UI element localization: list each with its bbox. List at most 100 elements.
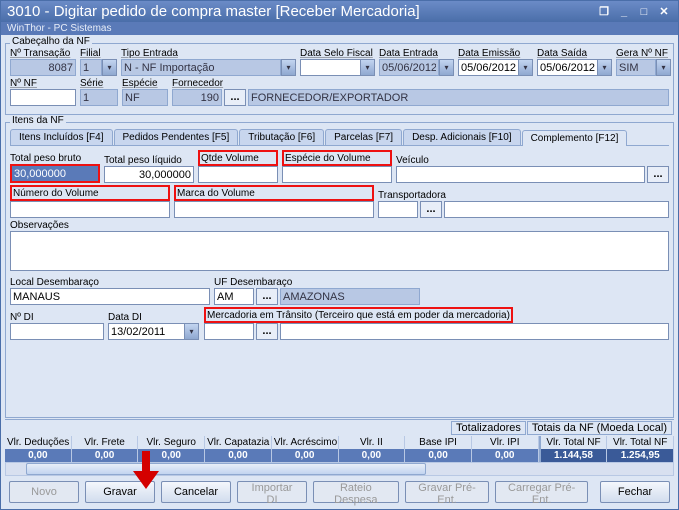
val-base-ipi: 0,00 — [405, 449, 472, 462]
dropdown-data-emissao[interactable]: ▾ — [518, 59, 533, 76]
input-veiculo[interactable] — [396, 166, 645, 183]
input-transportadora-code[interactable] — [378, 201, 418, 218]
label-no-di: Nº DI — [10, 312, 104, 323]
val-total1: 1.144,58 — [539, 449, 608, 462]
lookup-uf[interactable]: ... — [256, 288, 278, 305]
lookup-mercadoria[interactable]: ... — [256, 323, 278, 340]
close-icon[interactable]: ✕ — [656, 5, 672, 19]
maximize-icon[interactable]: □ — [636, 5, 652, 19]
gravar-button[interactable]: Gravar — [85, 481, 155, 503]
label-fornecedor: Fornecedor — [172, 78, 669, 89]
group-cabecalho: Cabeçalho da NF Nº Transação Filial ▾ Ti… — [5, 43, 674, 115]
input-nf[interactable] — [10, 89, 76, 106]
novo-button: Novo — [9, 481, 79, 503]
label-especie: Espécie — [122, 78, 168, 89]
dropdown-tipo-entrada[interactable]: ▾ — [281, 59, 296, 76]
tab-parcelas[interactable]: Parcelas [F7] — [325, 129, 402, 145]
input-data-entrada — [379, 59, 439, 76]
hdr-base-ipi: Base IPI — [405, 436, 472, 449]
input-no-di[interactable] — [10, 323, 104, 340]
lookup-veiculo[interactable]: ... — [647, 166, 669, 183]
dropdown-data-selo[interactable]: ▾ — [360, 59, 375, 76]
label-especie-volume: Espécie do Volume — [285, 153, 371, 164]
label-serie: Série — [80, 78, 118, 89]
tab-complemento[interactable]: Complemento [F12] — [522, 130, 628, 146]
input-observacoes[interactable] — [10, 231, 669, 271]
val-deducoes: 0,00 — [5, 449, 72, 462]
tab-desp-adicionais[interactable]: Desp. Adicionais [F10] — [403, 129, 521, 145]
dropdown-filial[interactable]: ▾ — [102, 59, 117, 76]
val-acrescimo: 0,00 — [272, 449, 339, 462]
label-peso-bruto: Total peso bruto — [10, 153, 100, 164]
dropdown-data-saida[interactable]: ▾ — [597, 59, 612, 76]
horizontal-scrollbar[interactable] — [5, 462, 674, 476]
group-title-cabecalho: Cabeçalho da NF — [10, 36, 92, 47]
label-mercadoria-transito: Mercadoria em Trânsito (Terceiro que est… — [207, 310, 510, 321]
dropdown-data-di[interactable]: ▾ — [184, 323, 199, 340]
button-bar: Novo Gravar Cancelar Importar DI Rateio … — [5, 477, 674, 507]
fechar-button[interactable]: Fechar — [600, 481, 670, 503]
carregar-pre-button: Carregar Pré-Ent. — [495, 481, 588, 503]
hdr-total1: Vlr. Total NF — [539, 436, 608, 449]
label-data-saida: Data Saída — [537, 48, 612, 59]
input-uf-name — [280, 288, 420, 305]
input-fornecedor-name — [248, 89, 669, 106]
label-data-entrada: Data Entrada — [379, 48, 454, 59]
hdr-ii: Vlr. II — [339, 436, 406, 449]
gravar-pre-button: Gravar Pré-Ent. — [405, 481, 490, 503]
label-filial: Filial — [80, 48, 117, 59]
input-peso-bruto[interactable] — [12, 166, 98, 181]
input-serie — [80, 89, 118, 106]
tab-incluidos[interactable]: Itens Incluídos [F4] — [10, 129, 113, 145]
input-data-saida[interactable] — [537, 59, 597, 76]
label-nf: Nº NF — [10, 78, 76, 89]
importar-di-button: Importar DI — [237, 481, 307, 503]
label-totalizadores: Totalizadores — [451, 421, 526, 435]
label-data-emissao: Data Emissão — [458, 48, 533, 59]
val-capatazia: 0,00 — [205, 449, 272, 462]
input-data-di[interactable] — [108, 323, 184, 340]
dropdown-gera-nf[interactable]: ▾ — [656, 59, 671, 76]
input-transacao — [10, 59, 76, 76]
restore-icon[interactable]: ❐ — [596, 5, 612, 19]
group-itens: Itens da NF Itens Incluídos [F4] Pedidos… — [5, 122, 674, 418]
minimize-icon[interactable]: _ — [616, 5, 632, 19]
input-data-emissao[interactable] — [458, 59, 518, 76]
input-data-selo[interactable] — [300, 59, 360, 76]
input-numero-volume[interactable] — [10, 201, 170, 218]
input-qtde-volume[interactable] — [198, 166, 278, 183]
input-gera-nf — [616, 59, 656, 76]
lookup-transportadora[interactable]: ... — [420, 201, 442, 218]
hdr-total2: Vlr. Total NF — [607, 436, 674, 449]
cancelar-button[interactable]: Cancelar — [161, 481, 231, 503]
scrollbar-thumb[interactable] — [26, 463, 426, 475]
hdr-capatazia: Vlr. Capatazia — [205, 436, 272, 449]
input-peso-liquido[interactable] — [104, 166, 194, 183]
input-transportadora-name[interactable] — [444, 201, 669, 218]
input-marca-volume[interactable] — [174, 201, 374, 218]
totals-bar: Totalizadores Totais da NF (Moeda Local)… — [5, 419, 674, 476]
label-data-selo: Data Selo Fiscal — [300, 48, 375, 59]
lookup-fornecedor[interactable]: ... — [224, 89, 246, 106]
input-mercadoria-code[interactable] — [204, 323, 254, 340]
tab-pendentes[interactable]: Pedidos Pendentes [F5] — [114, 129, 239, 145]
val-ii: 0,00 — [339, 449, 406, 462]
input-especie-volume[interactable] — [282, 166, 392, 183]
val-ipi: 0,00 — [472, 449, 539, 462]
dropdown-data-entrada[interactable]: ▾ — [439, 59, 454, 76]
window-title: 3010 - Digitar pedido de compra master [… — [7, 3, 420, 20]
hdr-frete: Vlr. Frete — [72, 436, 139, 449]
input-tipo-entrada — [121, 59, 281, 76]
label-numero-volume: Número do Volume — [13, 188, 99, 199]
input-uf-desembaraco[interactable] — [214, 288, 254, 305]
tabs: Itens Incluídos [F4] Pedidos Pendentes [… — [10, 129, 669, 146]
hdr-ipi: Vlr. IPI — [472, 436, 539, 449]
input-local-desembaraco[interactable] — [10, 288, 210, 305]
input-filial — [80, 59, 102, 76]
tab-tributacao[interactable]: Tributação [F6] — [239, 129, 324, 145]
label-marca-volume: Marca do Volume — [177, 188, 255, 199]
val-frete: 0,00 — [72, 449, 139, 462]
input-mercadoria-name[interactable] — [280, 323, 669, 340]
input-fornecedor-code — [172, 89, 222, 106]
label-qtde-volume: Qtde Volume — [201, 153, 259, 164]
